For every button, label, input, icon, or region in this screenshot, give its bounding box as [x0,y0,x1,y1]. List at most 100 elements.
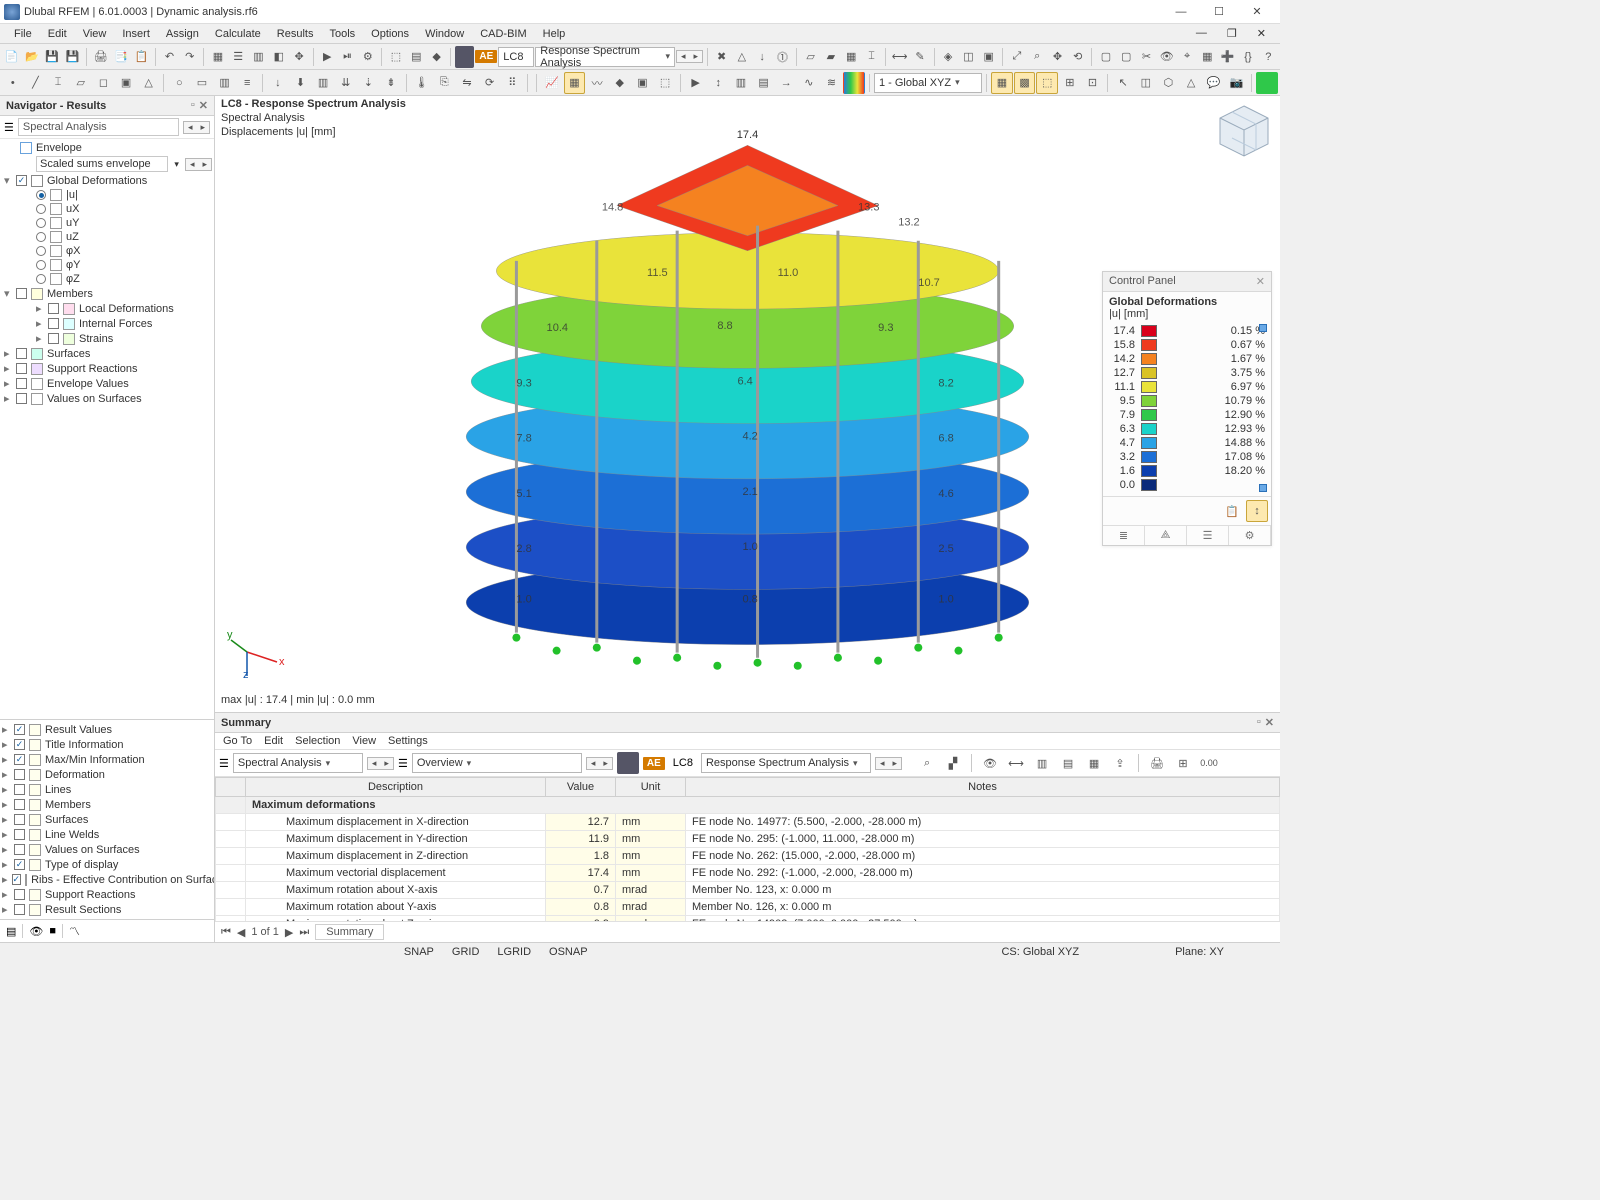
sum-col3-icon[interactable]: ▦ [1083,752,1105,774]
display-option[interactable]: ▸Line Welds [0,827,214,842]
members-icon[interactable]: ▥ [249,46,268,68]
sum-lc-icon[interactable]: ☰ [219,757,229,770]
snap-icon[interactable]: ⌖ [1177,46,1196,68]
opt1-icon[interactable]: ▦ [991,72,1013,94]
display-option[interactable]: ▸Support Reactions [0,887,214,902]
control-panel-close-icon[interactable]: ✕ [1256,275,1265,288]
tree-phix[interactable]: φX [2,244,214,258]
tree-envelope[interactable]: Envelope [2,141,214,155]
display-option[interactable]: ▸✓Ribs - Effective Contribution on Surfa… [0,872,214,887]
rotate-icon[interactable]: ⟲ [1068,46,1087,68]
sum-loadcase-select[interactable]: Spectral Analysis▾ [233,753,363,773]
table-row[interactable]: Maximum displacement in Y-direction11.9m… [216,831,1280,848]
camera-icon[interactable]: 📷 [1226,72,1248,94]
menu-help[interactable]: Help [535,26,574,42]
undo-icon[interactable]: ↶ [160,46,179,68]
numbers-icon[interactable]: ⓵ [773,46,792,68]
nav-tab-eye-icon[interactable]: 👁 [29,925,43,938]
notes-icon[interactable]: ✎ [910,46,929,68]
res-filter1-icon[interactable]: ▥ [730,72,752,94]
col-notes[interactable]: Notes [686,778,1280,797]
support-tool-icon[interactable]: △ [138,72,160,94]
sum-menu-view[interactable]: View [352,735,376,747]
summary-tab[interactable]: Summary [315,924,384,940]
textured-icon[interactable]: ▦ [842,46,861,68]
addon-icon[interactable]: ➕ [1218,46,1237,68]
sum-menu-goto[interactable]: Go To [223,735,252,747]
sum-lc-name-nav[interactable]: ◂▸ [875,757,902,770]
tree-uz[interactable]: uZ [2,230,214,244]
tree-ux[interactable]: uX [2,202,214,216]
menu-insert[interactable]: Insert [114,26,158,42]
sel2-icon[interactable]: ◫ [1135,72,1157,94]
envelope-type-select[interactable]: Scaled sums envelope [36,156,168,172]
nav-loadcase-nav[interactable]: ◂▸ [183,121,210,134]
node-tool-icon[interactable]: • [2,72,24,94]
nodal-load-icon[interactable]: ↓ [267,72,289,94]
sum-menu-settings[interactable]: Settings [388,735,428,747]
redo-icon[interactable]: ↷ [180,46,199,68]
solid-tool-icon[interactable]: ▣ [115,72,137,94]
menu-view[interactable]: View [75,26,115,42]
legend-slider-bottom[interactable] [1259,484,1267,492]
clip-icon[interactable]: ✂ [1137,46,1156,68]
sum-lc-name-select[interactable]: Response Spectrum Analysis▾ [701,753,871,773]
loads-icon[interactable]: ↓ [753,46,772,68]
display-option[interactable]: ▸✓Type of display [0,857,214,872]
table-row[interactable]: Maximum rotation about Y-axis0.8mradMemb… [216,899,1280,916]
sum-close-icon[interactable]: ✕ [1265,716,1274,729]
persp-icon[interactable]: ◫ [959,46,978,68]
tree-phiy[interactable]: φY [2,258,214,272]
new-icon[interactable]: 📄 [2,46,21,68]
tree-u[interactable]: |u| [2,188,214,202]
array-icon[interactable]: ⠿ [501,72,523,94]
page-first-icon[interactable]: ⏮ [221,926,231,939]
print-icon[interactable]: 🖨 [91,46,110,68]
moveobj-icon[interactable]: ✥ [289,46,308,68]
zoom-ext-icon[interactable]: ⤢ [1007,46,1026,68]
table-row[interactable]: Maximum displacement in X-direction12.7m… [216,814,1280,831]
sel3-icon[interactable]: ⬡ [1158,72,1180,94]
results-on-icon[interactable]: ◆ [427,46,446,68]
opening-tool-icon[interactable]: ◻ [93,72,115,94]
tree-envelope-values[interactable]: ▸Envelope Values [2,376,214,391]
pan-icon[interactable]: ✥ [1048,46,1067,68]
coord-system-select[interactable]: 1 - Global XYZ▾ [874,73,982,93]
res-mode3-icon[interactable]: ▣ [632,72,654,94]
col-unit[interactable]: Unit [616,778,686,797]
nav-tab-graph-icon[interactable]: 〽 [69,923,80,939]
calc-all-icon[interactable]: ⏯ [338,46,357,68]
res-anim-icon[interactable]: ▶ [685,72,707,94]
res-vec-icon[interactable]: → [775,72,797,94]
mdi-close-icon[interactable]: ✕ [1249,25,1274,42]
nav-float-icon[interactable]: ▫ [191,99,195,112]
res-color-icon[interactable] [455,46,474,68]
table-row[interactable]: Maximum displacement in Z-direction1.8mm… [216,848,1280,865]
loadcase-icon[interactable]: ⬚ [386,46,405,68]
menu-results[interactable]: Results [269,26,322,42]
opt5-icon[interactable]: ⊡ [1082,72,1104,94]
cp-tab-settings[interactable]: ⚙ [1229,526,1271,545]
cp-tab-colors[interactable]: ≣ [1103,526,1145,545]
envelope-nav[interactable]: ◂▸ [185,158,212,171]
tree-surfaces[interactable]: ▸Surfaces [2,346,214,361]
menu-options[interactable]: Options [363,26,417,42]
control-panel[interactable]: Control Panel✕ Global Deformations |u| [… [1102,271,1272,546]
col-value[interactable]: Value [546,778,616,797]
grid-icon[interactable]: ▦ [208,46,227,68]
sum-export-icon[interactable]: ⇪ [1109,752,1131,774]
view2-icon[interactable]: ▢ [1117,46,1136,68]
sum-ov-icon[interactable]: ☰ [398,757,408,770]
rigid-tool-icon[interactable]: ▭ [191,72,213,94]
linesup-tool-icon[interactable]: ≡ [236,72,258,94]
sum-units-icon[interactable]: 0.00 [1198,752,1220,774]
rotate2-icon[interactable]: ⟳ [479,72,501,94]
set-tool-icon[interactable]: ▥ [214,72,236,94]
cp-copy-icon[interactable]: 📋 [1221,500,1243,522]
free-load-icon[interactable]: ⇣ [358,72,380,94]
open-icon[interactable]: 📂 [22,46,41,68]
nav-close-icon[interactable]: ✕ [199,99,208,112]
display-option[interactable]: ▸Members [0,797,214,812]
display-option[interactable]: ▸✓Max/Min Information [0,752,214,767]
display-option[interactable]: ▸✓Result Values [0,722,214,737]
